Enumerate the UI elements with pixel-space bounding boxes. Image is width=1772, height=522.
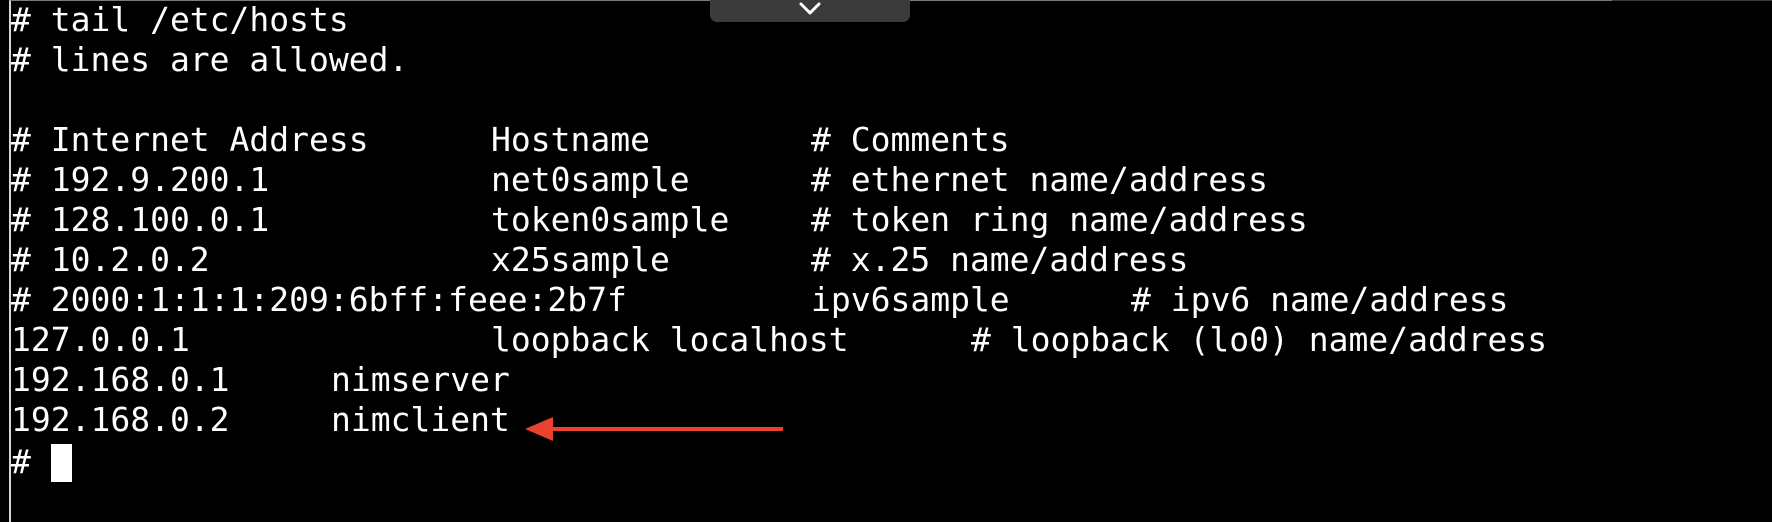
hosts-entry-row: # 128.100.0.1 token0sample # token ring …: [11, 200, 1308, 240]
terminal-line: # lines are allowed.: [11, 40, 409, 79]
ip-address: 127.0.0.1: [11, 320, 190, 359]
address-column-header: # Internet Address: [11, 120, 369, 159]
toolbar-handle[interactable]: [710, 0, 910, 22]
comment: # token ring name/address: [811, 200, 1308, 239]
hostname-column-header: Hostname: [491, 120, 650, 159]
hostname: nimserver: [331, 360, 510, 399]
hostname: net0sample: [491, 160, 690, 199]
comment: # ethernet name/address: [811, 160, 1268, 199]
hostname: loopback localhost: [491, 320, 849, 359]
shell-prompt: #: [11, 442, 31, 481]
hostname: token0sample: [491, 200, 730, 239]
text-cursor: [51, 444, 72, 482]
ip-address: # 10.2.0.2: [11, 240, 210, 279]
screen: # tail /etc/hosts # lines are allowed. #…: [0, 0, 1772, 522]
hosts-entry-row: 127.0.0.1 loopback localhost # loopback …: [11, 320, 1547, 360]
comment: # ipv6 name/address: [1131, 280, 1509, 319]
comments-column-header: # Comments: [811, 120, 1010, 159]
ip-address: # 2000:1:1:1:209:6bff:feee:2b7f: [11, 280, 627, 319]
terminal-line: # tail /etc/hosts: [11, 0, 349, 39]
ip-address: # 192.9.200.1: [11, 160, 270, 199]
ip-address: 192.168.0.2: [11, 400, 230, 439]
hosts-entry-row: # 192.9.200.1 net0sample # ethernet name…: [11, 160, 1268, 200]
comment: # loopback (lo0) name/address: [971, 320, 1548, 359]
right-gutter: [1612, 0, 1772, 522]
hosts-entry-row: # 2000:1:1:1:209:6bff:feee:2b7f ipv6samp…: [11, 280, 1509, 320]
ip-address: # 128.100.0.1: [11, 200, 270, 239]
hostname: ipv6sample: [811, 280, 1010, 319]
comment: # x.25 name/address: [811, 240, 1189, 279]
hosts-entry-row: 192.168.0.2 nimclient: [11, 400, 510, 440]
chevron-down-icon: [799, 2, 821, 15]
arrow-left-icon: [525, 417, 783, 441]
hostname: nimclient: [331, 400, 510, 439]
hosts-header-row: # Internet Address Hostname # Comments: [11, 120, 1010, 160]
ip-address: 192.168.0.1: [11, 360, 230, 399]
hostname: x25sample: [491, 240, 670, 279]
hosts-entry-row: # 10.2.0.2 x25sample # x.25 name/address: [11, 240, 1189, 280]
hosts-entry-row: 192.168.0.1 nimserver: [11, 360, 510, 400]
